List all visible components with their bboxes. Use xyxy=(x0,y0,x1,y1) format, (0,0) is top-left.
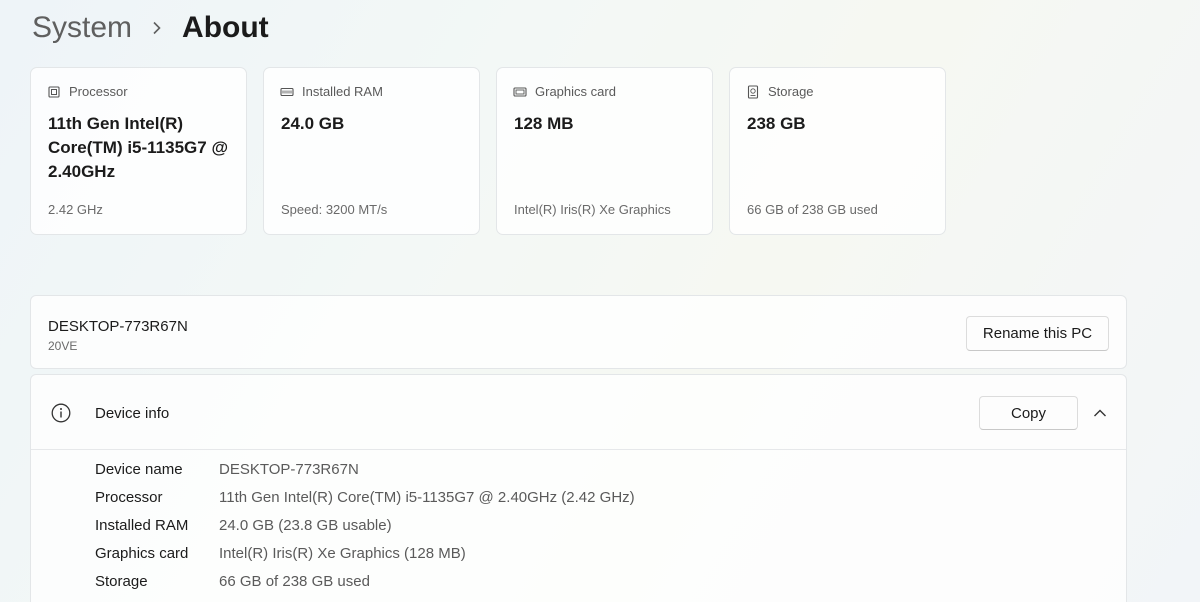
page-title: About xyxy=(182,11,269,44)
spec-label: Installed RAM xyxy=(95,517,189,534)
device-info-title: Device info xyxy=(95,405,170,422)
pc-model: 20VE xyxy=(48,339,78,353)
card-label: Storage xyxy=(768,84,814,99)
spec-row: Processor 11th Gen Intel(R) Core(TM) i5-… xyxy=(95,489,635,511)
pc-name: DESKTOP-773R67N xyxy=(48,318,188,335)
spec-label: Graphics card xyxy=(95,545,189,562)
card-sub: 2.42 GHz xyxy=(48,202,103,217)
card-value: 11th Gen Intel(R) Core(TM) i5-1135G7 @ 2… xyxy=(48,114,229,181)
graphics-card-card: Graphics card 128 MB Intel(R) Iris(R) Xe… xyxy=(496,67,713,235)
breadcrumb-system-link[interactable]: System xyxy=(32,11,132,45)
graphics-card-icon xyxy=(513,85,527,99)
spec-label: Storage xyxy=(95,573,148,590)
storage-icon xyxy=(746,84,760,99)
processor-icon xyxy=(47,85,61,99)
card-label: Graphics card xyxy=(535,84,616,99)
info-icon xyxy=(51,403,71,423)
spec-row: Graphics card Intel(R) Iris(R) Xe Graphi… xyxy=(95,545,466,567)
processor-card: Processor 11th Gen Intel(R) Core(TM) i5-… xyxy=(30,67,247,235)
spec-row: Storage 66 GB of 238 GB used xyxy=(95,573,370,595)
chevron-up-icon[interactable] xyxy=(1090,403,1110,423)
storage-card: Storage 238 GB 66 GB of 238 GB used xyxy=(729,67,946,235)
ram-card: Installed RAM 24.0 GB Speed: 3200 MT/s xyxy=(263,67,480,235)
spec-label: Processor xyxy=(95,489,163,506)
chevron-right-icon xyxy=(150,21,164,35)
card-value: 24.0 GB xyxy=(281,114,345,133)
card-sub: Intel(R) Iris(R) Xe Graphics xyxy=(514,202,671,217)
rename-pc-button[interactable]: Rename this PC xyxy=(966,316,1109,351)
spec-value: 66 GB of 238 GB used xyxy=(219,573,370,590)
spec-row: Device name DESKTOP-773R67N xyxy=(95,461,359,483)
card-label: Processor xyxy=(69,84,128,99)
device-info-header[interactable]: Device info Copy xyxy=(31,375,1126,450)
pc-name-panel: DESKTOP-773R67N 20VE Rename this PC xyxy=(30,295,1127,369)
spec-value: Intel(R) Iris(R) Xe Graphics (128 MB) xyxy=(219,545,466,562)
card-value: 238 GB xyxy=(747,114,806,133)
spec-label: Device name xyxy=(95,461,183,478)
spec-value: DESKTOP-773R67N xyxy=(219,461,359,478)
device-info-panel: Device info Copy Device name DESKTOP-773… xyxy=(30,374,1127,602)
card-sub: 66 GB of 238 GB used xyxy=(747,202,878,217)
card-label: Installed RAM xyxy=(302,84,383,99)
card-value: 128 MB xyxy=(514,114,574,133)
copy-button[interactable]: Copy xyxy=(979,396,1078,430)
card-sub: Speed: 3200 MT/s xyxy=(281,202,388,217)
breadcrumb: System About xyxy=(32,6,269,50)
spec-value: 24.0 GB (23.8 GB usable) xyxy=(219,517,392,534)
ram-icon xyxy=(280,85,294,99)
spec-value: 11th Gen Intel(R) Core(TM) i5-1135G7 @ 2… xyxy=(219,489,635,506)
spec-row: Installed RAM 24.0 GB (23.8 GB usable) xyxy=(95,517,392,539)
